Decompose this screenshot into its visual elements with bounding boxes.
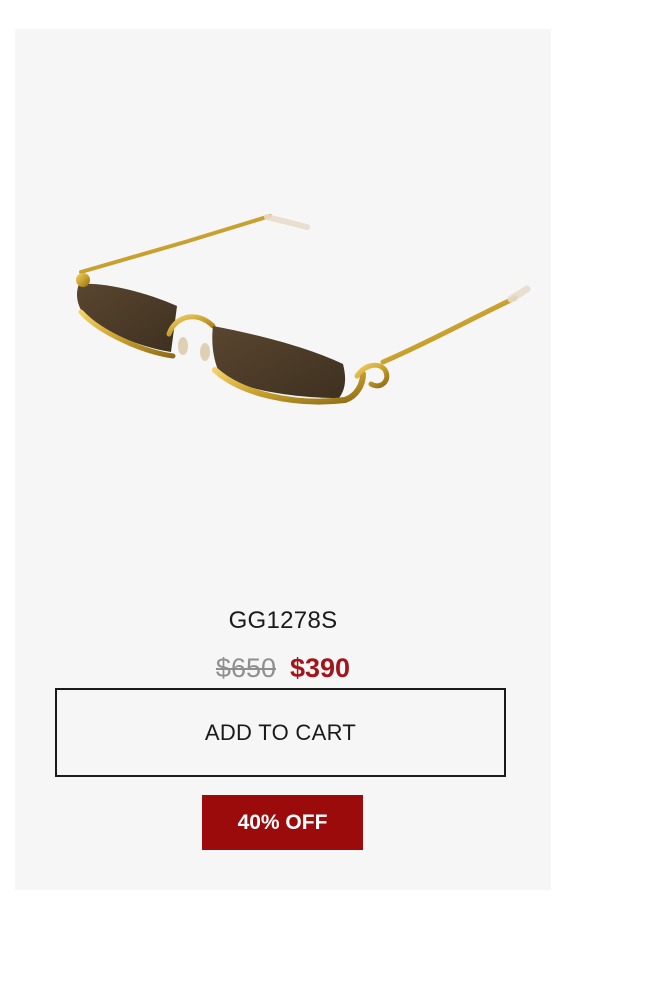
nose-pad-right xyxy=(200,343,210,361)
sunglasses-illustration xyxy=(76,214,531,405)
nose-pad-left xyxy=(178,337,188,355)
original-price: $650 xyxy=(215,653,276,683)
left-temple-arm xyxy=(79,214,272,274)
right-temple-arm xyxy=(380,295,518,365)
right-lens xyxy=(212,326,346,398)
left-hinge xyxy=(76,273,90,287)
price-block: $650 $390 xyxy=(15,651,551,685)
sale-price: $390 xyxy=(290,653,351,683)
right-temple-tip xyxy=(507,285,531,303)
left-temple-tip xyxy=(264,214,310,230)
product-name[interactable]: GG1278S xyxy=(15,607,551,635)
add-to-cart-button[interactable]: ADD TO CART xyxy=(55,688,506,777)
discount-badge: 40% OFF xyxy=(202,795,363,850)
product-card[interactable]: GG1278S $650 $390 ADD TO CART 40% OFF xyxy=(15,29,551,890)
bridge xyxy=(166,314,216,337)
product-image[interactable] xyxy=(45,194,535,454)
